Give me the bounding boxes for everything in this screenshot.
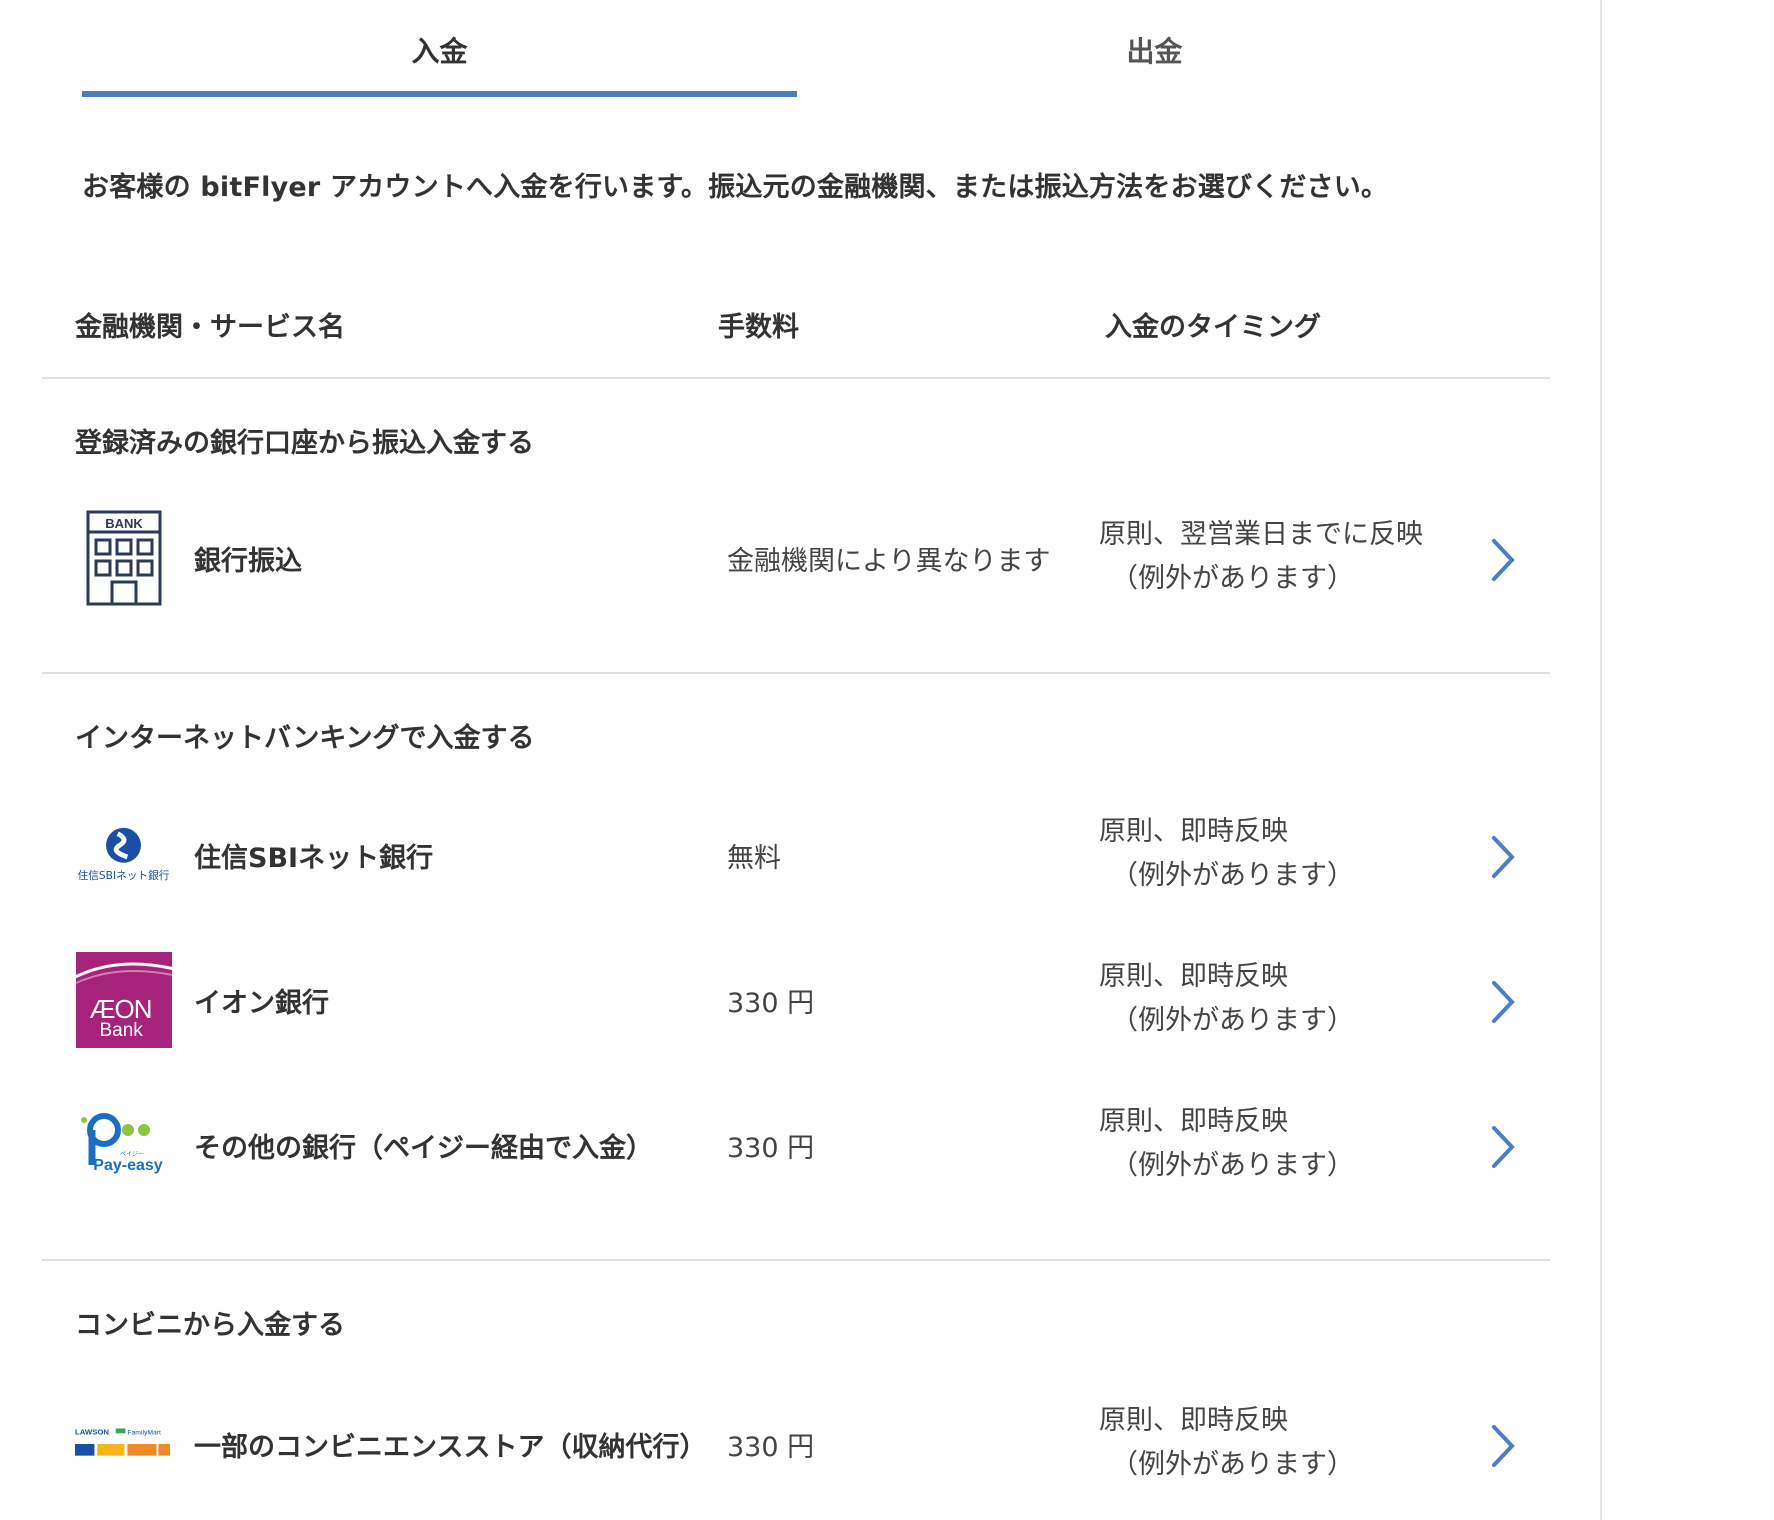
- row-convenience-store[interactable]: LAWSON FamilyMart 一部のコンビニエンスストア（収納代行） 33…: [42, 1389, 1550, 1499]
- section-title: コンビニから入金する: [75, 1310, 345, 1341]
- row-pay-easy[interactable]: ペイジー Pay-easy その他の銀行（ペイジー経由で入金） 330 円 原則…: [42, 1090, 1550, 1200]
- sbi-logo: 住信SBIネット銀行: [75, 806, 172, 903]
- row-aeon-bank[interactable]: ÆON Bank イオン銀行 330 円 原則、即時反映 （例外があります）: [42, 945, 1550, 1055]
- svg-text:住信SBIネット銀行: 住信SBIネット銀行: [78, 869, 170, 882]
- header-name: 金融機関・サービス名: [75, 312, 345, 343]
- row-timing: 原則、即時反映 （例外があります）: [1099, 816, 1354, 891]
- bank-building-icon: BANK: [75, 509, 172, 606]
- chevron-right-icon[interactable]: [1482, 832, 1522, 882]
- tab-bar: 入金 出金: [82, 0, 1512, 100]
- section-internet-banking: インターネットバンキングで入金する 住信SBIネット銀行 住信SBIネット銀行 …: [42, 676, 1550, 1261]
- row-name: イオン銀行: [194, 987, 329, 1019]
- row-timing: 原則、即時反映 （例外があります）: [1099, 1106, 1354, 1181]
- row-sbi-bank[interactable]: 住信SBIネット銀行 住信SBIネット銀行 無料 原則、即時反映 （例外がありま…: [42, 800, 1550, 910]
- tab-deposit[interactable]: 入金: [82, 0, 797, 100]
- main-content: 入金 出金 お客様の bitFlyer アカウントへ入金を行います。振込元の金融…: [42, 0, 1550, 1480]
- deposit-page: 入金 出金 お客様の bitFlyer アカウントへ入金を行います。振込元の金融…: [0, 0, 1774, 1520]
- row-name: 銀行振込: [194, 545, 302, 577]
- active-tab-indicator: [82, 91, 797, 97]
- row-fee: 330 円: [727, 1431, 815, 1463]
- chevron-right-icon[interactable]: [1482, 535, 1522, 585]
- svg-text:BANK: BANK: [105, 516, 143, 531]
- header-timing: 入金のタイミング: [1105, 312, 1321, 343]
- table-header: 金融機関・サービス名 手数料 入金のタイミング: [42, 305, 1550, 379]
- chevron-right-icon[interactable]: [1482, 1122, 1522, 1172]
- section-registered-bank: 登録済みの銀行口座から振込入金する BANK 銀行振込 金融機関により異なります…: [42, 381, 1550, 674]
- svg-text:FamilyMart: FamilyMart: [127, 1429, 161, 1436]
- svg-text:LAWSON: LAWSON: [75, 1427, 109, 1436]
- row-fee: 330 円: [727, 987, 815, 1019]
- tab-withdraw[interactable]: 出金: [797, 0, 1512, 100]
- row-name: その他の銀行（ペイジー経由で入金）: [194, 1132, 653, 1164]
- section-convenience-store: コンビニから入金する LAWSON FamilyMart 一部のコンビニエンスス…: [42, 1263, 1550, 1520]
- row-name: 住信SBIネット銀行: [194, 842, 434, 874]
- row-timing: 原則、即時反映 （例外があります）: [1099, 1405, 1354, 1480]
- row-timing: 原則、即時反映 （例外があります）: [1099, 961, 1354, 1036]
- svg-text:Pay-easy: Pay-easy: [93, 1157, 162, 1174]
- convenience-store-logo: LAWSON FamilyMart: [75, 1395, 172, 1492]
- row-bank-transfer[interactable]: BANK 銀行振込 金融機関により異なります 原則、翌営業日までに反映 （例外が…: [42, 503, 1550, 613]
- section-title: インターネットバンキングで入金する: [75, 723, 535, 754]
- intro-text: お客様の bitFlyer アカウントへ入金を行います。振込元の金融機関、または…: [82, 172, 1389, 203]
- section-title: 登録済みの銀行口座から振込入金する: [75, 428, 534, 459]
- pay-easy-logo: ペイジー Pay-easy: [75, 1096, 172, 1193]
- row-name: 一部のコンビニエンスストア（収納代行）: [194, 1431, 707, 1463]
- row-fee: 無料: [727, 842, 781, 874]
- row-fee: 330 円: [727, 1132, 815, 1164]
- row-timing: 原則、翌営業日までに反映 （例外があります）: [1099, 519, 1423, 594]
- aeon-bank-logo: ÆON Bank: [75, 951, 172, 1048]
- chevron-right-icon[interactable]: [1482, 977, 1522, 1027]
- chevron-right-icon[interactable]: [1482, 1421, 1522, 1471]
- row-fee: 金融機関により異なります: [727, 545, 1051, 577]
- right-divider: [1600, 0, 1602, 1520]
- header-fee: 手数料: [718, 312, 799, 343]
